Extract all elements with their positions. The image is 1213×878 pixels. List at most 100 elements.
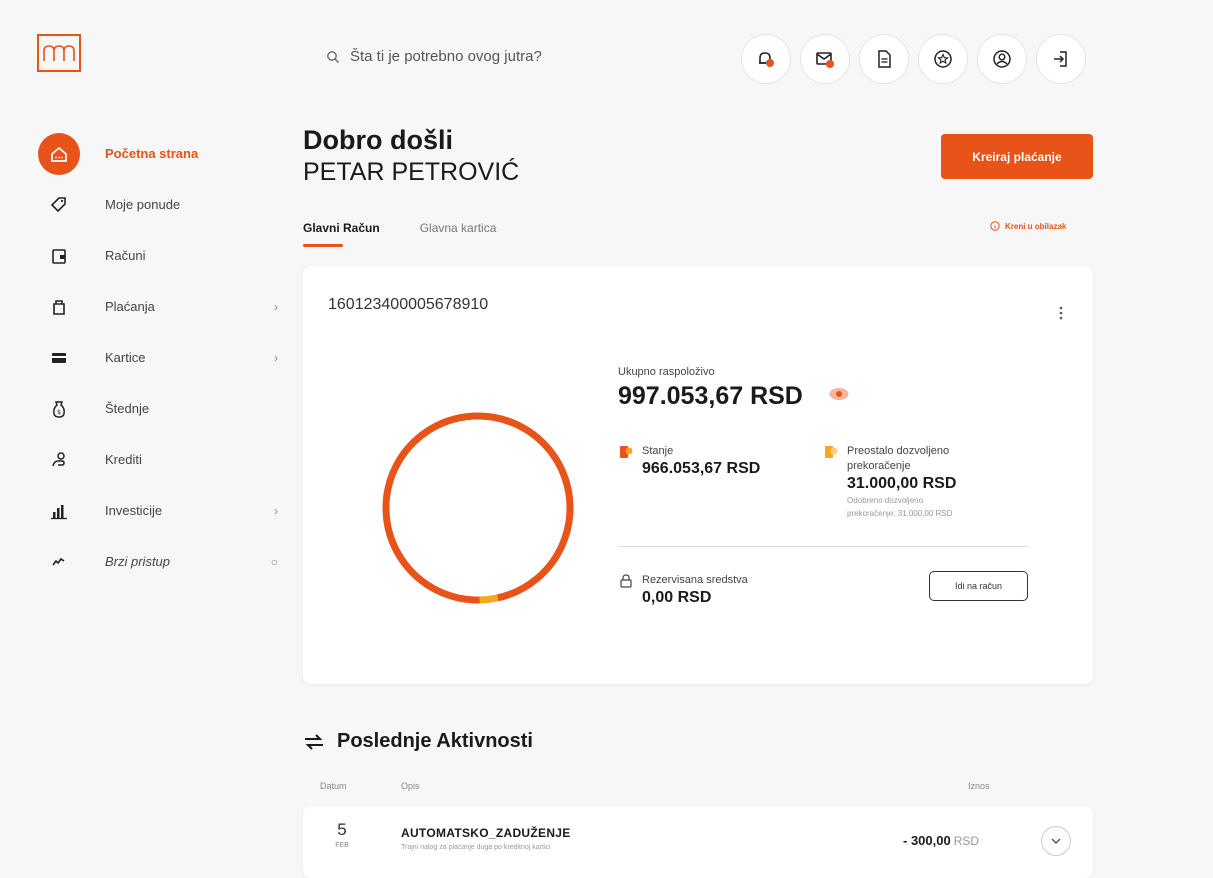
account-card: 160123400005678910 Ukupno raspoloživo 99… [303, 266, 1093, 684]
overdraft-icon [825, 446, 838, 458]
tab-main-card[interactable]: Glavna kartica [420, 221, 497, 247]
documents-icon [878, 50, 891, 68]
chevron-down-icon [1051, 838, 1061, 844]
greeting-title: Dobro došli [303, 125, 453, 155]
sidebar: Početna strana Moje ponude Računi Plaćan… [38, 128, 283, 587]
sidebar-item-label: Moje ponude [105, 197, 181, 212]
balance-icon [620, 446, 633, 458]
column-header-description: Opis [401, 781, 420, 791]
card-icon [38, 337, 80, 379]
account-number: 160123400005678910 [328, 296, 489, 313]
messages-button[interactable] [800, 34, 850, 84]
transaction-month: FEB [335, 842, 349, 849]
transaction-amount: - 300,00 RSD [903, 833, 979, 848]
tour-link[interactable]: Kreni u obilazak [990, 221, 1066, 231]
sidebar-item-quick-access[interactable]: Brzi pristup ○ [38, 536, 283, 587]
user-name: PETAR PETROVIĆ [303, 158, 520, 186]
overdraft-note-line1: Odobreno dozvoljeno [847, 496, 924, 505]
tag-icon [38, 184, 80, 226]
activities-title: Poslednje Aktivnosti [337, 730, 533, 752]
home-icon [38, 132, 80, 175]
go-to-account-button[interactable]: Idi na račun [929, 571, 1028, 601]
logout-icon [1054, 51, 1067, 67]
transaction-row[interactable]: 5 FEB AUTOMATSKO_ZADUŽENJE Trajni nalog … [303, 806, 1093, 878]
sidebar-item-accounts[interactable]: Računi [38, 230, 283, 281]
sidebar-item-loans[interactable]: Krediti [38, 434, 283, 485]
sidebar-item-label: Investicije [105, 503, 163, 518]
more-options-icon[interactable] [1059, 306, 1063, 325]
notifications-button[interactable] [741, 34, 791, 84]
documents-button[interactable] [859, 34, 909, 84]
sidebar-item-label: Računi [105, 248, 146, 263]
tab-main-account[interactable]: Glavni Račun [303, 221, 380, 247]
search-icon [327, 50, 339, 63]
eye-icon [829, 388, 849, 400]
info-icon [990, 221, 1000, 231]
reserved-label: Rezervisana sredstva [642, 574, 748, 586]
toggle-visibility-button[interactable] [828, 386, 850, 407]
sidebar-item-investments[interactable]: Investicije › [38, 485, 283, 536]
search-bar[interactable] [326, 48, 670, 65]
loan-icon [38, 439, 80, 481]
swap-arrows-icon [305, 733, 323, 750]
sidebar-item-payments[interactable]: Plaćanja › [38, 281, 283, 332]
balance-label: Stanje [642, 445, 674, 457]
greeting: Dobro došli PETAR PETROVIĆ [303, 125, 519, 187]
bank-logo[interactable] [37, 34, 81, 72]
transaction-description: Trajni nalog za plaćanje duga po kreditn… [401, 844, 551, 851]
divider [618, 546, 1028, 547]
column-header-amount: Iznos [968, 781, 990, 791]
top-actions [741, 34, 1086, 84]
sidebar-item-cards[interactable]: Kartice › [38, 332, 283, 383]
sidebar-item-label: Brzi pristup [105, 554, 171, 569]
overdraft-value: 31.000,00 RSD [847, 475, 957, 492]
payments-icon [38, 286, 80, 328]
lock-icon [620, 574, 632, 588]
sidebar-item-savings[interactable]: $ Štednje [38, 383, 283, 434]
settings-dot-icon[interactable]: ○ [271, 555, 278, 569]
investments-icon [38, 490, 80, 532]
chevron-right-icon: › [274, 350, 278, 365]
transaction-day: 5 [337, 820, 347, 839]
notifications-icon [759, 52, 774, 67]
donut-segment-1 [479, 594, 499, 604]
profile-icon [993, 50, 1011, 68]
svg-text:$: $ [57, 409, 61, 416]
favorites-button[interactable] [918, 34, 968, 84]
overdraft-label-line1: Preostalo dozvoljeno [847, 445, 950, 457]
balance-donut-chart [382, 412, 574, 604]
overdraft-note-line2: prekoračenje: 31.000,00 RSD [847, 509, 953, 518]
overdraft-block: Preostalo dozvoljeno prekoračenje 31.000… [823, 444, 956, 519]
messages-icon [816, 52, 834, 68]
account-tabs: Glavni Račun Glavna kartica [303, 221, 496, 247]
sidebar-item-home[interactable]: Početna strana [38, 128, 283, 179]
chevron-right-icon: › [274, 299, 278, 314]
balance-value: 966.053,67 RSD [642, 460, 761, 477]
donut-segment-0 [382, 412, 574, 604]
column-header-date: Datum [320, 781, 347, 791]
bank-logo-icon [43, 45, 75, 61]
sidebar-item-label: Kartice [105, 350, 146, 365]
reserved-block: Rezervisana sredstva 0,00 RSD [618, 573, 748, 607]
search-input[interactable] [350, 48, 670, 65]
available-label: Ukupno raspoloživo [618, 366, 715, 378]
overdraft-label-line2: prekoračenje [847, 460, 911, 472]
profile-button[interactable] [977, 34, 1027, 84]
create-payment-button[interactable]: Kreiraj plaćanje [941, 134, 1093, 179]
quick-access-icon [38, 541, 80, 583]
sidebar-item-label: Štednje [105, 401, 150, 416]
balance-block: Stanje 966.053,67 RSD [618, 444, 760, 478]
reserved-value: 0,00 RSD [642, 589, 712, 606]
expand-button[interactable] [1041, 826, 1071, 856]
favorites-icon [934, 50, 952, 68]
tour-link-label: Kreni u obilazak [1005, 221, 1067, 231]
available-value: 997.053,67 RSD [618, 382, 803, 410]
savings-icon: $ [38, 388, 80, 430]
transaction-amount-value: - 300,00 [903, 833, 951, 848]
sidebar-item-offers[interactable]: Moje ponude [38, 179, 283, 230]
transaction-title: AUTOMATSKO_ZADUŽENJE [401, 826, 571, 840]
logout-button[interactable] [1036, 34, 1086, 84]
sidebar-item-label: Krediti [105, 452, 142, 467]
activities-header: Poslednje Aktivnosti [303, 730, 533, 753]
transaction-currency: RSD [953, 834, 980, 848]
